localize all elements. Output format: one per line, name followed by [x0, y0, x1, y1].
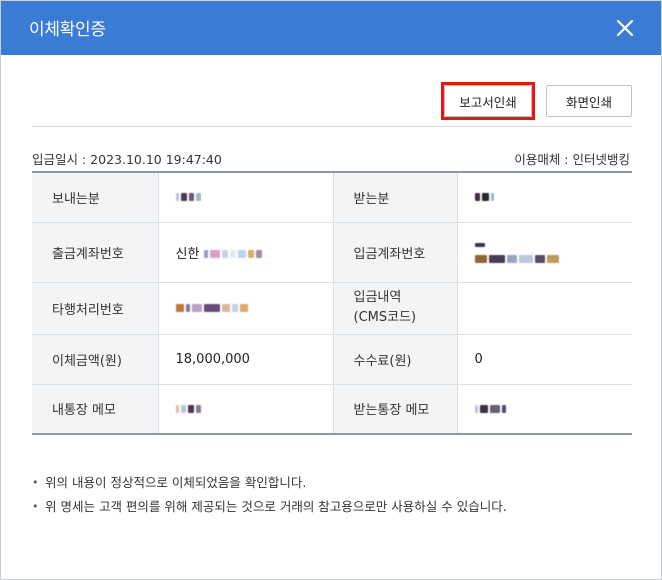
deposit-detail-label-line1: 입금내역: [353, 290, 402, 305]
withdraw-account-label: 출금계좌번호: [32, 222, 158, 283]
other-bank-number-value: [157, 282, 333, 335]
masked-text: [175, 193, 201, 202]
header-divider: [32, 126, 632, 127]
channel-info: 이용매체 : 인터넷뱅킹: [514, 152, 630, 167]
masked-text: [203, 250, 262, 258]
masked-text: [175, 304, 248, 312]
notice-item: 위 명세는 고객 편의를 위해 제공되는 것으로 거래의 참고용으로만 사용하실…: [32, 495, 507, 519]
deposit-detail-value: [456, 282, 632, 335]
notice-list: 위의 내용이 정상적으로 이체되었음을 확인합니다. 위 명세는 고객 편의를 …: [32, 471, 507, 519]
deposit-account-value: [456, 222, 632, 283]
report-print-button[interactable]: 보고서인쇄: [444, 85, 532, 117]
table-row: 보내는분 받는분: [32, 172, 632, 223]
other-bank-number-label: 타행처리번호: [32, 282, 158, 335]
transfer-confirmation-dialog: 이체확인증 보고서인쇄 화면인쇄 입금일시 : 2023.10.10 19:47…: [0, 0, 662, 580]
deposit-datetime: 입금일시 : 2023.10.10 19:47:40: [32, 152, 222, 167]
receiver-value: [456, 172, 632, 223]
transfer-amount-label: 이체금액(원): [32, 334, 158, 385]
receiver-label: 받는분: [332, 172, 457, 223]
my-memo-label: 내통장 메모: [32, 384, 158, 434]
fee-label: 수수료(원): [332, 334, 457, 385]
masked-text: [474, 193, 494, 202]
notice-item: 위의 내용이 정상적으로 이체되었음을 확인합니다.: [32, 471, 507, 495]
masked-text: [474, 242, 485, 247]
screen-print-button[interactable]: 화면인쇄: [546, 85, 632, 117]
dialog-title: 이체확인증: [29, 20, 106, 40]
transfer-amount-value: 18,000,000: [157, 334, 333, 385]
receiver-memo-label: 받는통장 메모: [332, 384, 457, 434]
dialog-titlebar: 이체확인증: [1, 1, 661, 55]
table-row: 타행처리번호 입금내역 (CMS코드): [32, 282, 632, 335]
withdraw-account-value: 신한: [157, 222, 333, 283]
table-row: 내통장 메모 받는통장 메모: [32, 384, 632, 434]
withdraw-bank-name: 신한: [175, 246, 200, 262]
masked-text: [474, 254, 559, 263]
fee-value: 0: [456, 334, 632, 385]
masked-text: [474, 404, 506, 413]
deposit-detail-label-line2: (CMS코드): [353, 310, 417, 325]
close-icon[interactable]: [615, 18, 635, 38]
my-memo-value: [157, 384, 333, 434]
sender-value: [157, 172, 333, 223]
deposit-account-label: 입금계좌번호: [332, 222, 457, 283]
table-row: 이체금액(원) 18,000,000 수수료(원) 0: [32, 334, 632, 385]
table-row: 출금계좌번호 신한 입금계좌번호: [32, 222, 632, 283]
deposit-detail-label: 입금내역 (CMS코드): [332, 282, 457, 335]
sender-label: 보내는분: [32, 172, 158, 223]
masked-text: [175, 404, 201, 413]
transfer-info-table: 보내는분 받는분 출금계좌번호 신한 입금계좌번호 타행처리번호 입금내역 (C…: [32, 171, 632, 435]
receiver-memo-value: [456, 384, 632, 434]
